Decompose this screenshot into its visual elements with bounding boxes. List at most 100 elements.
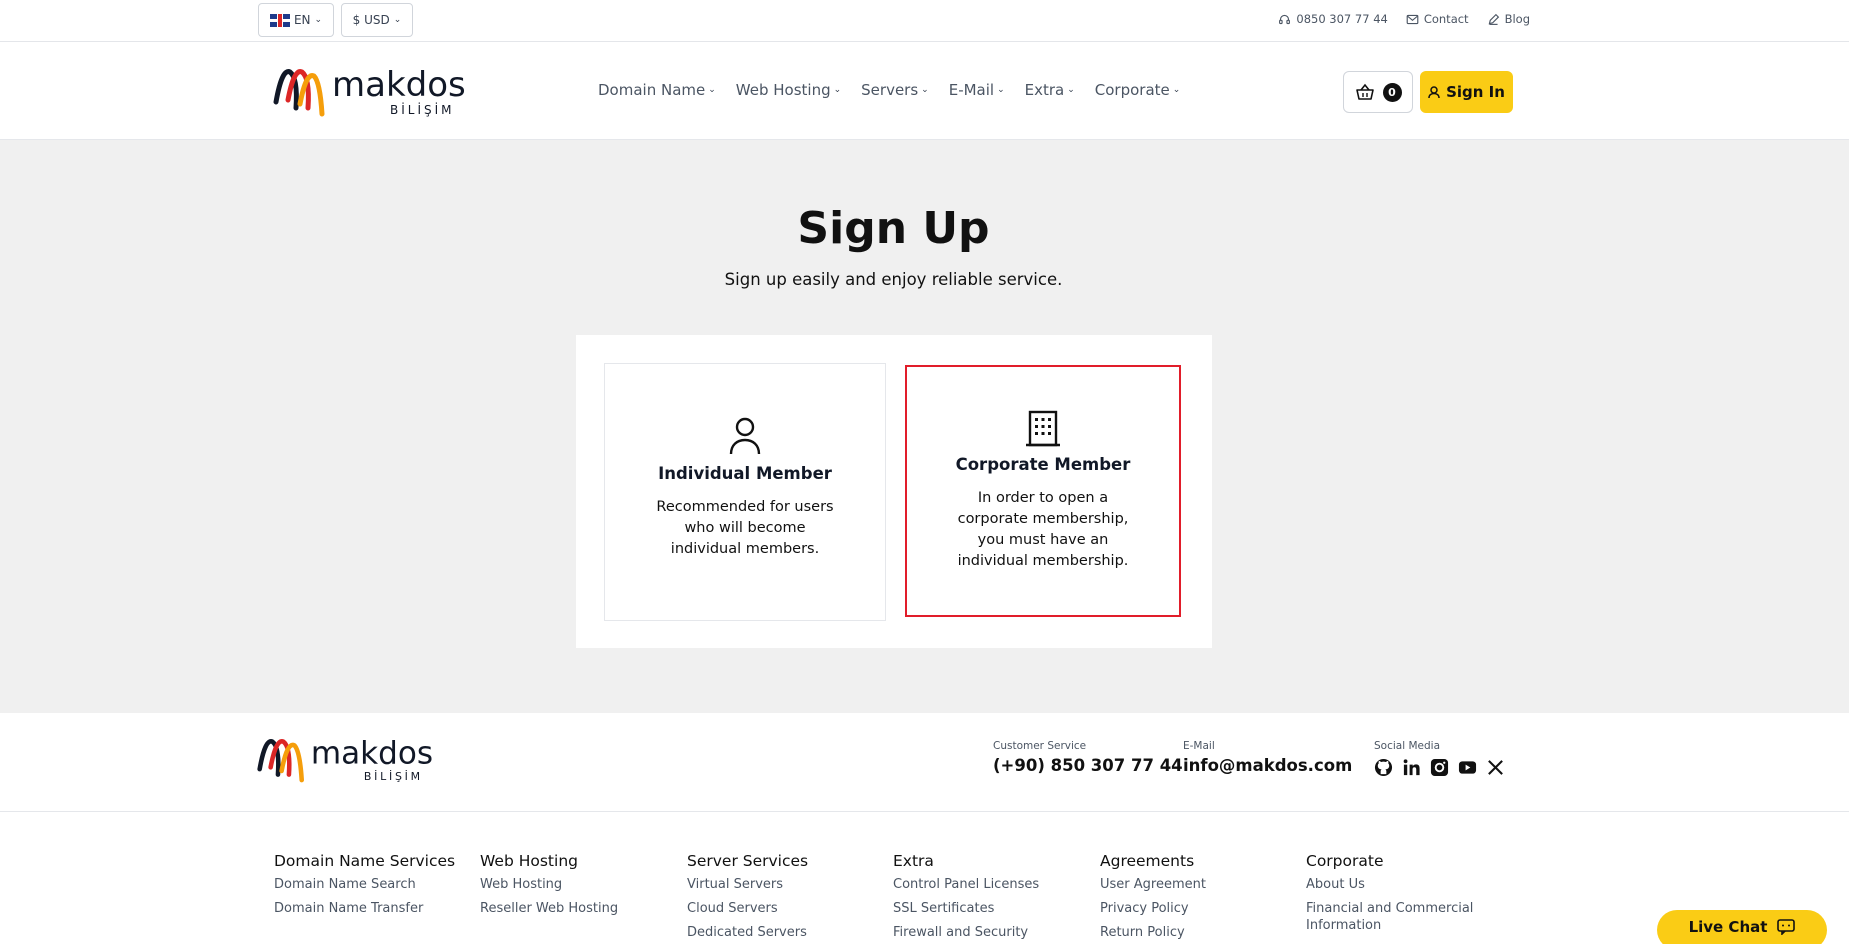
x-icon[interactable] [1486,758,1505,777]
email-address[interactable]: info@makdos.com [1183,756,1352,775]
social-media-block: Social Media [1374,740,1505,777]
individual-member-title: Individual Member [658,464,832,483]
cart-button[interactable]: 0 [1343,71,1413,113]
instagram-icon[interactable] [1430,758,1449,777]
footer-col-extra: Extra Control Panel Licenses SSL Sertifi… [893,852,1093,944]
live-chat-button[interactable]: Live Chat [1657,910,1827,944]
nav-label: Extra [1024,81,1065,99]
footer-link[interactable]: User Agreement [1100,876,1300,893]
pencil-icon [1488,13,1499,25]
footer-link[interactable]: SSL Sertificates [893,900,1093,917]
person-icon [729,417,761,455]
phone-number: 0850 307 77 44 [1296,12,1388,26]
footer-contact-bar: makdos BİLİŞİM Customer Service (+90) 85… [0,713,1849,812]
phone-link[interactable]: 0850 307 77 44 [1278,12,1388,26]
corporate-member-description: In order to open a corporate membership,… [957,490,1129,569]
footer-link[interactable]: Firewall and Security [893,924,1093,941]
chevron-down-icon: ⌄ [997,85,1005,95]
currency-label: $ USD [352,13,390,27]
main-nav: Domain Name ⌄ Web Hosting ⌄ Servers ⌄ E-Mai… [598,81,1180,99]
footer-link[interactable]: Return Policy [1100,924,1300,941]
footer-link[interactable]: Privacy Policy [1100,900,1300,917]
individual-member-description: Recommended for users who will become in… [656,499,834,557]
chat-icon [1777,919,1796,935]
chevron-down-icon: ⌄ [1172,85,1181,95]
cart-count-badge: 0 [1382,82,1402,102]
chevron-down-icon: ⌄ [921,85,929,95]
footer-col-corporate: Corporate About Us Financial and Commerc… [1306,852,1486,941]
footer-col-title: Extra [893,852,934,870]
building-icon [1026,410,1060,447]
customer-service-label: Customer Service [993,740,1087,752]
footer-link[interactable]: Control Panel Licenses [893,876,1093,893]
linkedin-icon[interactable] [1402,758,1421,777]
nav-domain-name[interactable]: Domain Name ⌄ [598,81,716,99]
footer-link[interactable]: About Us [1306,876,1486,893]
blog-link[interactable]: Blog [1487,12,1530,26]
nav-email[interactable]: E-Mail ⌄ [949,81,1005,99]
nav-label: Corporate [1094,81,1170,99]
nav-corporate[interactable]: Corporate ⌄ [1095,81,1181,99]
chevron-down-icon: ⌄ [314,15,323,25]
corporate-member-card[interactable]: Corporate Member In order to open a corp… [905,365,1181,617]
individual-member-card[interactable]: Individual Member Recommended for users … [604,363,886,621]
basket-icon [1355,83,1374,100]
logo-subtitle: BİLİŞİM [390,102,455,117]
nav-label: E-Mail [948,81,995,99]
contact-label: Contact [1423,12,1469,26]
footer-col-title: Web Hosting [480,852,578,870]
chevron-down-icon: ⌄ [708,85,716,95]
page-title: Sign Up [797,203,990,254]
footer-col-servers: Server Services Virtual Servers Cloud Se… [687,852,887,944]
footer-link[interactable]: Domain Name Transfer [274,900,474,917]
nav-label: Servers [861,81,919,99]
footer-col-domain: Domain Name Services Domain Name Search … [274,852,474,924]
nav-web-hosting[interactable]: Web Hosting ⌄ [736,81,841,99]
makdos-logo[interactable]: makdos BİLİŞİM [272,62,482,122]
top-utility-bar: EN ⌄ $ USD ⌄ 0850 307 77 44 Contact Blog [0,0,1849,42]
contact-link[interactable]: Contact [1406,12,1469,26]
email-label: E-Mail [1183,740,1215,752]
corporate-member-title: Corporate Member [955,455,1131,474]
youtube-icon[interactable] [1458,758,1477,777]
footer-col-hosting: Web Hosting Web Hosting Reseller Web Hos… [480,852,680,924]
sign-in-button[interactable]: Sign In [1420,71,1513,113]
nav-extra[interactable]: Extra ⌄ [1025,81,1075,99]
top-links: 0850 307 77 44 Contact Blog [1278,12,1530,26]
footer-link[interactable]: Web Hosting [480,876,680,893]
nav-label: Web Hosting [735,81,831,99]
footer-col-agreements: Agreements User Agreement Privacy Policy… [1100,852,1300,944]
social-media-label: Social Media [1374,740,1441,752]
currency-selector[interactable]: $ USD ⌄ [341,3,413,37]
nav-label: Domain Name [598,81,706,99]
footer-logo-subtitle: BİLİŞİM [364,770,423,783]
github-icon[interactable] [1374,758,1393,777]
footer-link[interactable]: Reseller Web Hosting [480,900,680,917]
footer-link[interactable]: Dedicated Servers [687,924,887,941]
footer-col-title: Server Services [687,852,809,870]
uk-flag-icon [269,13,290,27]
sign-in-label: Sign In [1446,83,1505,101]
user-icon [1428,85,1440,98]
main-header: makdos BİLİŞİM Domain Name ⌄ Web Hosting ⌄… [0,42,1849,140]
footer-links: Domain Name Services Domain Name Search … [0,812,1849,944]
customer-service-phone[interactable]: (+90) 850 307 77 44 [993,756,1183,775]
email-block: E-Mail info@makdos.com [1183,740,1352,775]
language-selector[interactable]: EN ⌄ [258,3,334,37]
signup-section: Sign Up Sign up easily and enjoy reliabl… [0,140,1849,713]
chevron-down-icon: ⌄ [833,85,842,95]
footer-link[interactable]: Financial and Commercial Information [1306,900,1486,934]
headset-icon [1279,14,1291,24]
social-icons [1374,758,1505,777]
live-chat-label: Live Chat [1688,918,1768,936]
footer-makdos-logo[interactable]: makdos BİLİŞİM [256,732,448,788]
customer-service-block: Customer Service (+90) 850 307 77 44 [993,740,1183,775]
footer-link[interactable]: Virtual Servers [687,876,887,893]
logo-wordmark: makdos [332,65,466,105]
footer-col-title: Domain Name Services [274,852,456,870]
footer-col-title: Corporate [1306,852,1384,870]
footer-link[interactable]: Cloud Servers [687,900,887,917]
chevron-down-icon: ⌄ [393,15,402,25]
footer-link[interactable]: Domain Name Search [274,876,474,893]
nav-servers[interactable]: Servers ⌄ [861,81,929,99]
